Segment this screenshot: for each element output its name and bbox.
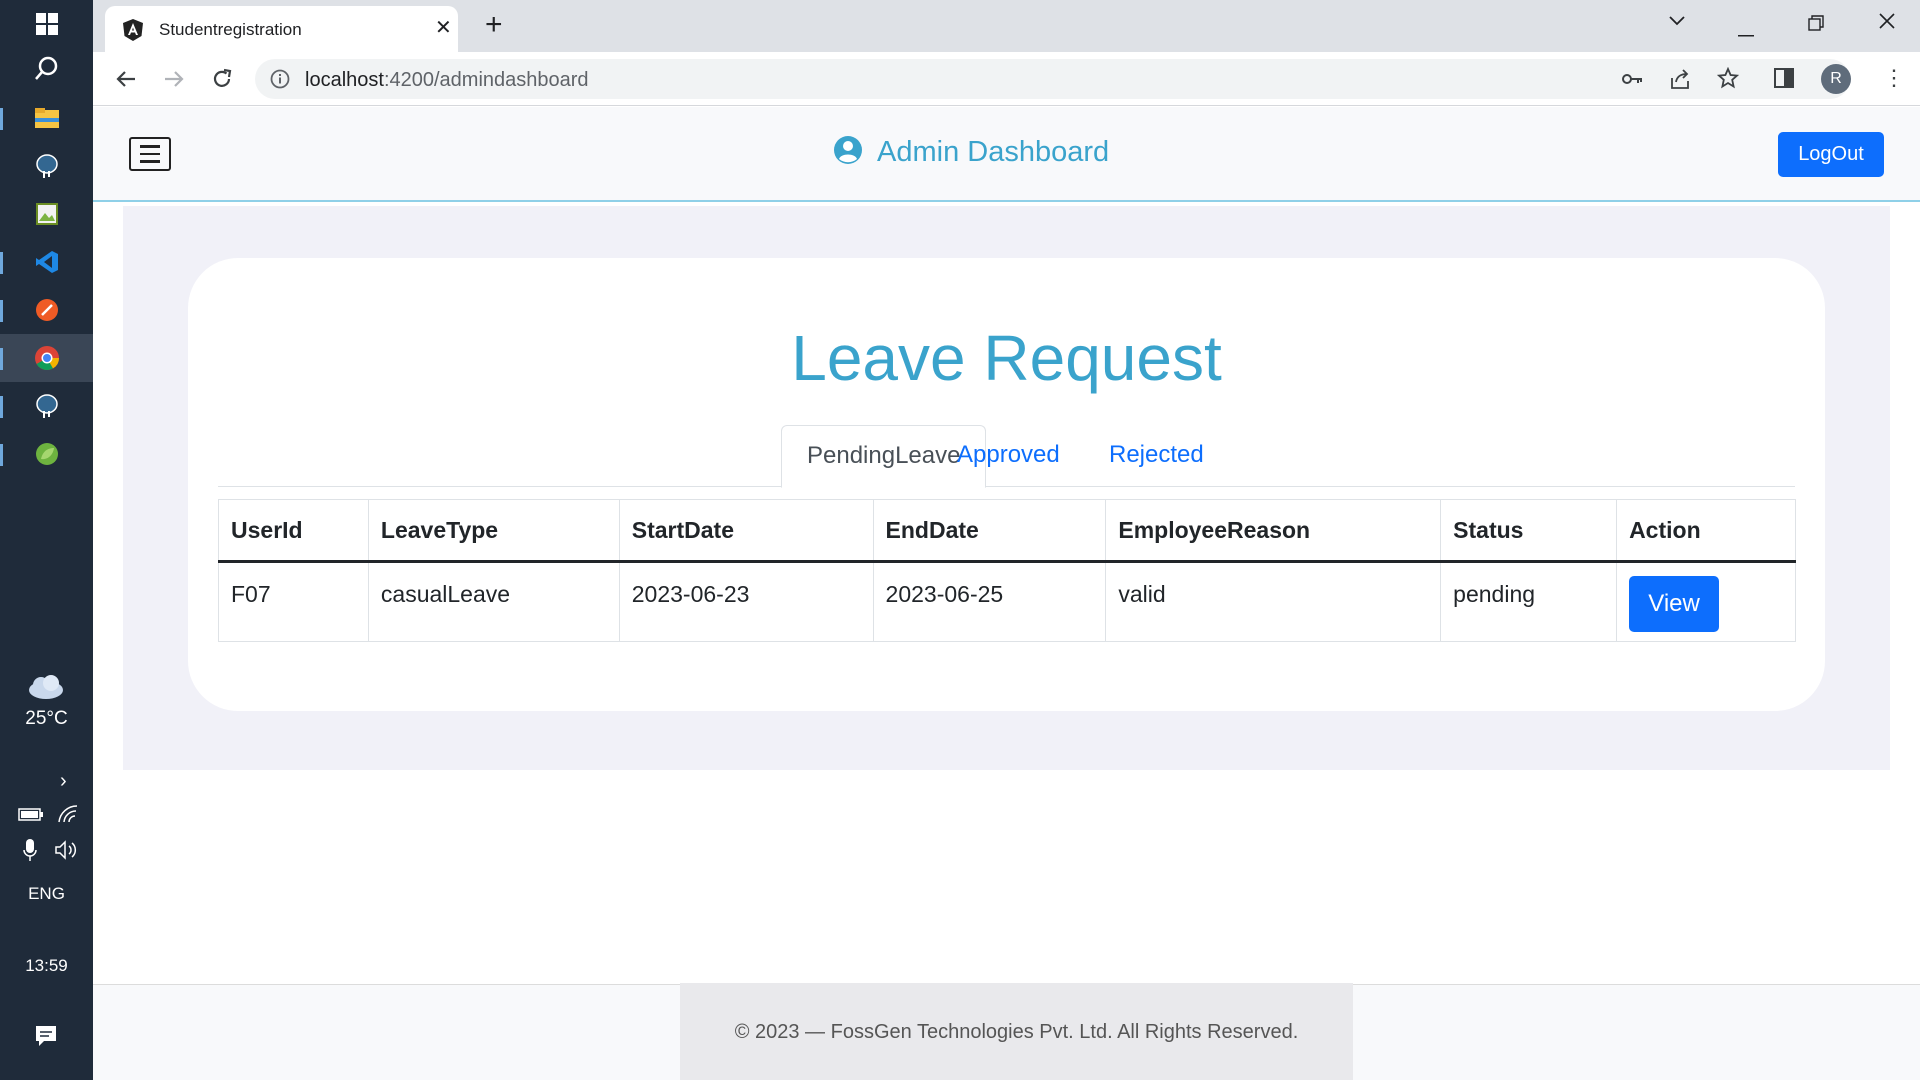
minimize-window-icon[interactable]	[1738, 20, 1754, 43]
leave-request-card: Leave Request PendingLeave Approved Reje…	[188, 258, 1825, 711]
column-header: EndDate	[872, 499, 1107, 563]
input-language[interactable]: ENG	[0, 884, 93, 904]
column-header: LeaveType	[367, 499, 620, 563]
start-button[interactable]	[0, 0, 93, 48]
main-content: Leave Request PendingLeave Approved Reje…	[123, 206, 1890, 770]
chrome-icon	[34, 345, 60, 371]
taskbar-postgres-app-2[interactable]	[0, 382, 93, 430]
close-tab-icon[interactable]: ✕	[435, 18, 452, 38]
taskbar-vscode[interactable]	[0, 238, 93, 286]
clock-time[interactable]: 13:59	[0, 956, 93, 976]
microphone-icon[interactable]	[22, 838, 38, 867]
angular-icon	[121, 18, 145, 42]
address-bar[interactable]: localhost:4200/admindashboard	[255, 59, 1850, 99]
chevron-right-icon[interactable]: ›	[60, 770, 67, 793]
table-header-row: UserId LeaveType StartDate EndDate Emplo…	[218, 499, 1796, 563]
header-title: Admin Dashboard	[833, 135, 1109, 170]
user-circle-icon	[833, 135, 863, 170]
column-header: EmployeeReason	[1105, 499, 1442, 563]
reload-icon[interactable]	[207, 64, 237, 94]
elephant-icon	[34, 393, 60, 419]
tab-approved[interactable]: Approved	[932, 425, 1085, 487]
windows-logo-icon	[34, 11, 60, 37]
cell-leavetype: casualLeave	[367, 561, 620, 642]
tab-rejected[interactable]: Rejected	[1084, 425, 1229, 487]
folder-icon	[34, 105, 60, 131]
speaker-icon[interactable]	[54, 840, 78, 865]
taskbar-chrome[interactable]	[0, 334, 93, 382]
notifications-icon[interactable]	[34, 1024, 58, 1053]
taskbar-postgres-app[interactable]	[0, 142, 93, 190]
table-row: F07 casualLeave 2023-06-23 2023-06-25 va…	[218, 561, 1796, 642]
close-window-icon[interactable]	[1878, 12, 1896, 36]
weather-temperature[interactable]: 25°C	[0, 708, 93, 730]
page-footer: © 2023 — FossGen Technologies Pvt. Ltd. …	[93, 983, 1920, 1080]
tab-search-chevron-icon[interactable]	[1668, 10, 1686, 33]
kebab-menu-icon[interactable]: ⋮	[1883, 66, 1905, 90]
taskbar-postman[interactable]	[0, 286, 93, 334]
taskbar-search-button[interactable]	[0, 44, 93, 92]
cell-reason: valid	[1105, 561, 1442, 642]
windows-taskbar: 25°C › ENG 13:59	[0, 0, 93, 1080]
taskbar-spring-tools[interactable]	[0, 430, 93, 478]
side-panel-icon[interactable]	[1773, 67, 1795, 94]
menu-icon-bar	[140, 152, 160, 156]
cell-status: pending	[1440, 561, 1618, 642]
cell-userid: F07	[218, 561, 369, 642]
restore-window-icon[interactable]	[1808, 14, 1824, 37]
cloud-icon	[26, 674, 66, 705]
elephant-icon	[34, 153, 60, 179]
leaf-icon	[34, 441, 60, 467]
view-button[interactable]: View	[1629, 576, 1720, 632]
battery-icon[interactable]	[18, 806, 44, 827]
leave-tabs: PendingLeave Approved Rejected	[218, 425, 1795, 488]
column-header: UserId	[218, 499, 369, 563]
new-tab-button[interactable]: +	[485, 10, 503, 40]
taskbar-file-explorer[interactable]	[0, 94, 93, 142]
logout-button[interactable]: LogOut	[1778, 132, 1884, 177]
profile-avatar[interactable]: R	[1821, 64, 1851, 94]
browser-window: Studentregistration ✕ + localhost:4200/a…	[93, 0, 1920, 1080]
menu-icon-bar	[140, 145, 160, 148]
bookmark-star-icon[interactable]	[1716, 66, 1740, 94]
cell-startdate: 2023-06-23	[618, 561, 874, 642]
taskbar-image-viewer[interactable]	[0, 190, 93, 238]
wifi-icon[interactable]	[57, 804, 79, 829]
app-header: Admin Dashboard LogOut	[93, 107, 1920, 202]
column-header: StartDate	[618, 499, 874, 563]
url-text[interactable]: localhost:4200/admindashboard	[305, 69, 589, 92]
info-icon[interactable]	[270, 69, 290, 94]
column-header: Status	[1440, 499, 1618, 563]
page-title: Admin Dashboard	[877, 136, 1110, 168]
cell-action: View	[1616, 561, 1796, 642]
copyright-text: © 2023 — FossGen Technologies Pvt. Ltd. …	[680, 983, 1353, 1080]
leave-table: UserId LeaveType StartDate EndDate Emplo…	[218, 499, 1796, 642]
card-title: Leave Request	[791, 322, 1222, 394]
vscode-icon	[34, 249, 60, 275]
share-icon[interactable]	[1669, 68, 1691, 95]
back-arrow-icon[interactable]	[111, 64, 141, 94]
postman-icon	[34, 297, 60, 323]
forward-arrow-icon[interactable]	[159, 64, 189, 94]
key-icon[interactable]	[1621, 69, 1643, 94]
browser-toolbar: localhost:4200/admindashboard R ⋮	[93, 52, 1920, 106]
tab-strip: Studentregistration ✕ +	[93, 0, 1920, 52]
picture-icon	[34, 201, 60, 227]
menu-icon-bar	[140, 160, 160, 163]
browser-tab-active[interactable]: Studentregistration ✕	[105, 6, 458, 52]
search-icon	[34, 55, 60, 81]
tab-title: Studentregistration	[159, 20, 302, 39]
hamburger-menu-button[interactable]	[129, 137, 171, 171]
column-header: Action	[1616, 499, 1796, 563]
cell-enddate: 2023-06-25	[872, 561, 1107, 642]
